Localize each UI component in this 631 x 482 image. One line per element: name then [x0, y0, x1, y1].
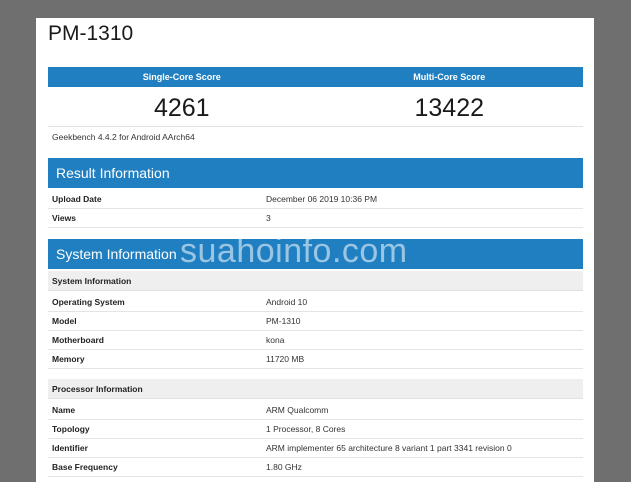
table-row: Name ARM Qualcomm: [48, 401, 583, 420]
table-row: Views 3: [48, 209, 583, 228]
row-key: Identifier: [52, 443, 88, 453]
row-value: kona: [266, 335, 285, 345]
table-row: Memory 11720 MB: [48, 350, 583, 369]
table-row: Model PM-1310: [48, 312, 583, 331]
table-row: Operating System Android 10: [48, 293, 583, 312]
score-values: 4261 13422: [48, 90, 583, 127]
row-value: ARM implementer 65 architecture 8 varian…: [266, 443, 512, 453]
table-row: Identifier ARM implementer 65 architectu…: [48, 439, 583, 458]
row-value: 1.80 GHz: [266, 462, 302, 472]
result-information-header: Result Information: [48, 158, 583, 188]
row-key: Memory: [52, 354, 85, 364]
row-key: Topology: [52, 424, 90, 434]
row-value: 11720 MB: [266, 354, 305, 364]
row-value: PM-1310: [266, 316, 301, 326]
row-key: Operating System: [52, 297, 125, 307]
row-key: Base Frequency: [52, 462, 118, 472]
system-information-header: System Information: [48, 239, 583, 269]
row-value: December 06 2019 10:36 PM: [266, 194, 378, 204]
single-core-score-label: Single-Core Score: [142, 72, 221, 82]
multi-core-score-value: 13422: [414, 94, 485, 122]
score-header-bar: Single-Core Score Multi-Core Score: [48, 67, 583, 87]
table-row: Upload Date December 06 2019 10:36 PM: [48, 190, 583, 209]
row-key: Model: [52, 316, 77, 326]
device-title: PM-1310: [48, 22, 134, 45]
row-value: Android 10: [266, 297, 308, 307]
row-key: Upload Date: [52, 194, 102, 204]
row-key: Motherboard: [52, 335, 104, 345]
row-key: Views: [52, 213, 76, 223]
single-core-score-value: 4261: [153, 94, 210, 122]
system-information-subhead: System Information: [48, 271, 583, 291]
row-key: Name: [52, 405, 76, 415]
table-row: Base Frequency 1.80 GHz: [48, 458, 583, 477]
table-row: Topology 1 Processor, 8 Cores: [48, 420, 583, 439]
geekbench-result-page: PM-1310 Single-Core Score Multi-Core Sco…: [36, 18, 594, 482]
row-value: 3: [266, 213, 271, 223]
multi-core-score-label: Multi-Core Score: [413, 72, 486, 82]
processor-information-subhead: Processor Information: [48, 379, 583, 399]
row-value: 1 Processor, 8 Cores: [266, 424, 346, 434]
row-value: ARM Qualcomm: [266, 405, 329, 415]
table-row: Motherboard kona: [48, 331, 583, 350]
geekbench-version-note: Geekbench 4.4.2 for Android AArch64: [52, 132, 195, 142]
